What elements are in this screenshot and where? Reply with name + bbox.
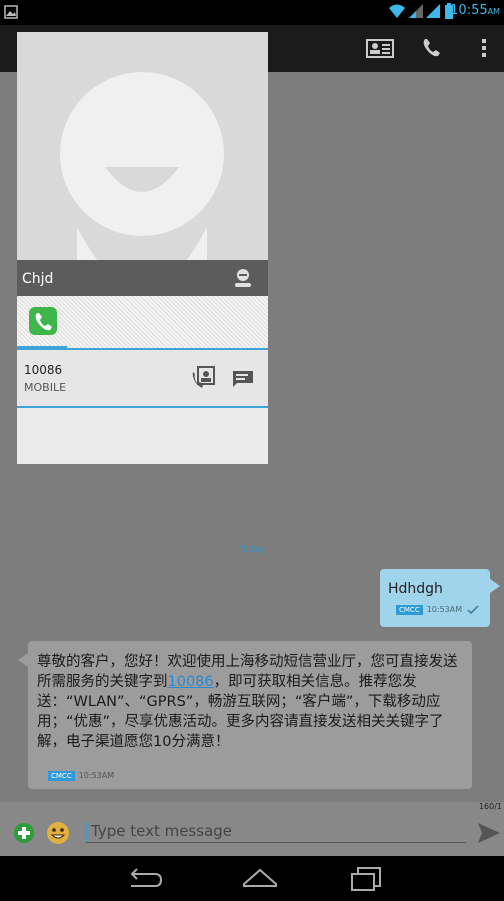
contact-person-icon[interactable]	[232, 268, 254, 288]
wifi-icon	[389, 4, 405, 18]
message-contact-icon[interactable]	[230, 365, 256, 391]
outgoing-message-time: 10:53AM	[426, 605, 463, 614]
delivered-check-icon	[467, 605, 479, 615]
phone-number-link[interactable]: 10086	[168, 674, 214, 690]
outgoing-message-meta: CMCC 10:53AM	[396, 605, 479, 615]
carrier-badge: CMCC	[48, 771, 75, 781]
contact-card-button[interactable]	[363, 31, 397, 65]
clock-ampm: AM	[487, 7, 500, 16]
signal-icon-2	[426, 4, 440, 18]
signal-icon	[409, 4, 423, 18]
text-cursor	[86, 822, 87, 841]
clock-time: 10:55	[450, 3, 488, 18]
incoming-message-meta: CMCC 10:53AM	[48, 771, 114, 781]
overflow-menu-button[interactable]	[474, 31, 494, 65]
outgoing-message-text: Hdhdgh	[388, 581, 443, 597]
overflow-menu-icon	[482, 39, 486, 57]
home-icon[interactable]	[240, 864, 280, 892]
incoming-message-bubble[interactable]: 尊敬的客户，您好！欢迎使用上海移动短信营业厅，您可直接发送所需服务的关键字到10…	[18, 641, 472, 789]
compose-bar: 160/1 Type text message	[0, 802, 504, 856]
add-attachment-icon[interactable]	[13, 822, 35, 844]
phone-icon	[423, 39, 440, 57]
phone-type: MOBILE	[24, 381, 67, 394]
incoming-message-text: 尊敬的客户，您好！欢迎使用上海移动短信营业厅，您可直接发送所需服务的关键字到10…	[37, 652, 467, 752]
incoming-message-time: 10:53AM	[78, 771, 115, 780]
clock: 10:55AM	[450, 3, 500, 18]
contact-photo[interactable]	[17, 32, 268, 260]
status-bar: 10:55AM	[0, 0, 504, 25]
character-counter: 160/1	[478, 802, 502, 811]
contact-app-tabs	[17, 296, 268, 350]
contact-card-icon	[366, 39, 394, 58]
contact-name: Chjd	[22, 271, 54, 287]
phone-number-row[interactable]: 10086 MOBILE	[17, 350, 268, 408]
contact-name-bar: Chjd	[17, 260, 268, 296]
call-contact-icon[interactable]	[190, 364, 218, 392]
navigation-bar	[0, 856, 504, 901]
emoji-icon[interactable]	[46, 821, 70, 845]
message-input-placeholder: Type text message	[91, 822, 233, 840]
message-input[interactable]: Type text message	[86, 820, 466, 843]
recent-apps-icon[interactable]	[348, 864, 384, 892]
date-divider: Today	[238, 545, 266, 555]
carrier-badge: CMCC	[396, 605, 423, 615]
back-icon[interactable]	[125, 866, 165, 892]
gallery-notification-icon	[4, 5, 18, 19]
call-button[interactable]	[415, 31, 449, 65]
default-avatar-icon	[60, 72, 224, 260]
outgoing-message-bubble[interactable]: Hdhdgh CMCC 10:53AM	[380, 569, 500, 627]
phone-number: 10086	[24, 363, 63, 377]
send-icon[interactable]	[476, 821, 502, 845]
phone-app-icon[interactable]	[28, 306, 58, 336]
quick-contact-card: Chjd 10086 MOBILE	[17, 32, 268, 464]
